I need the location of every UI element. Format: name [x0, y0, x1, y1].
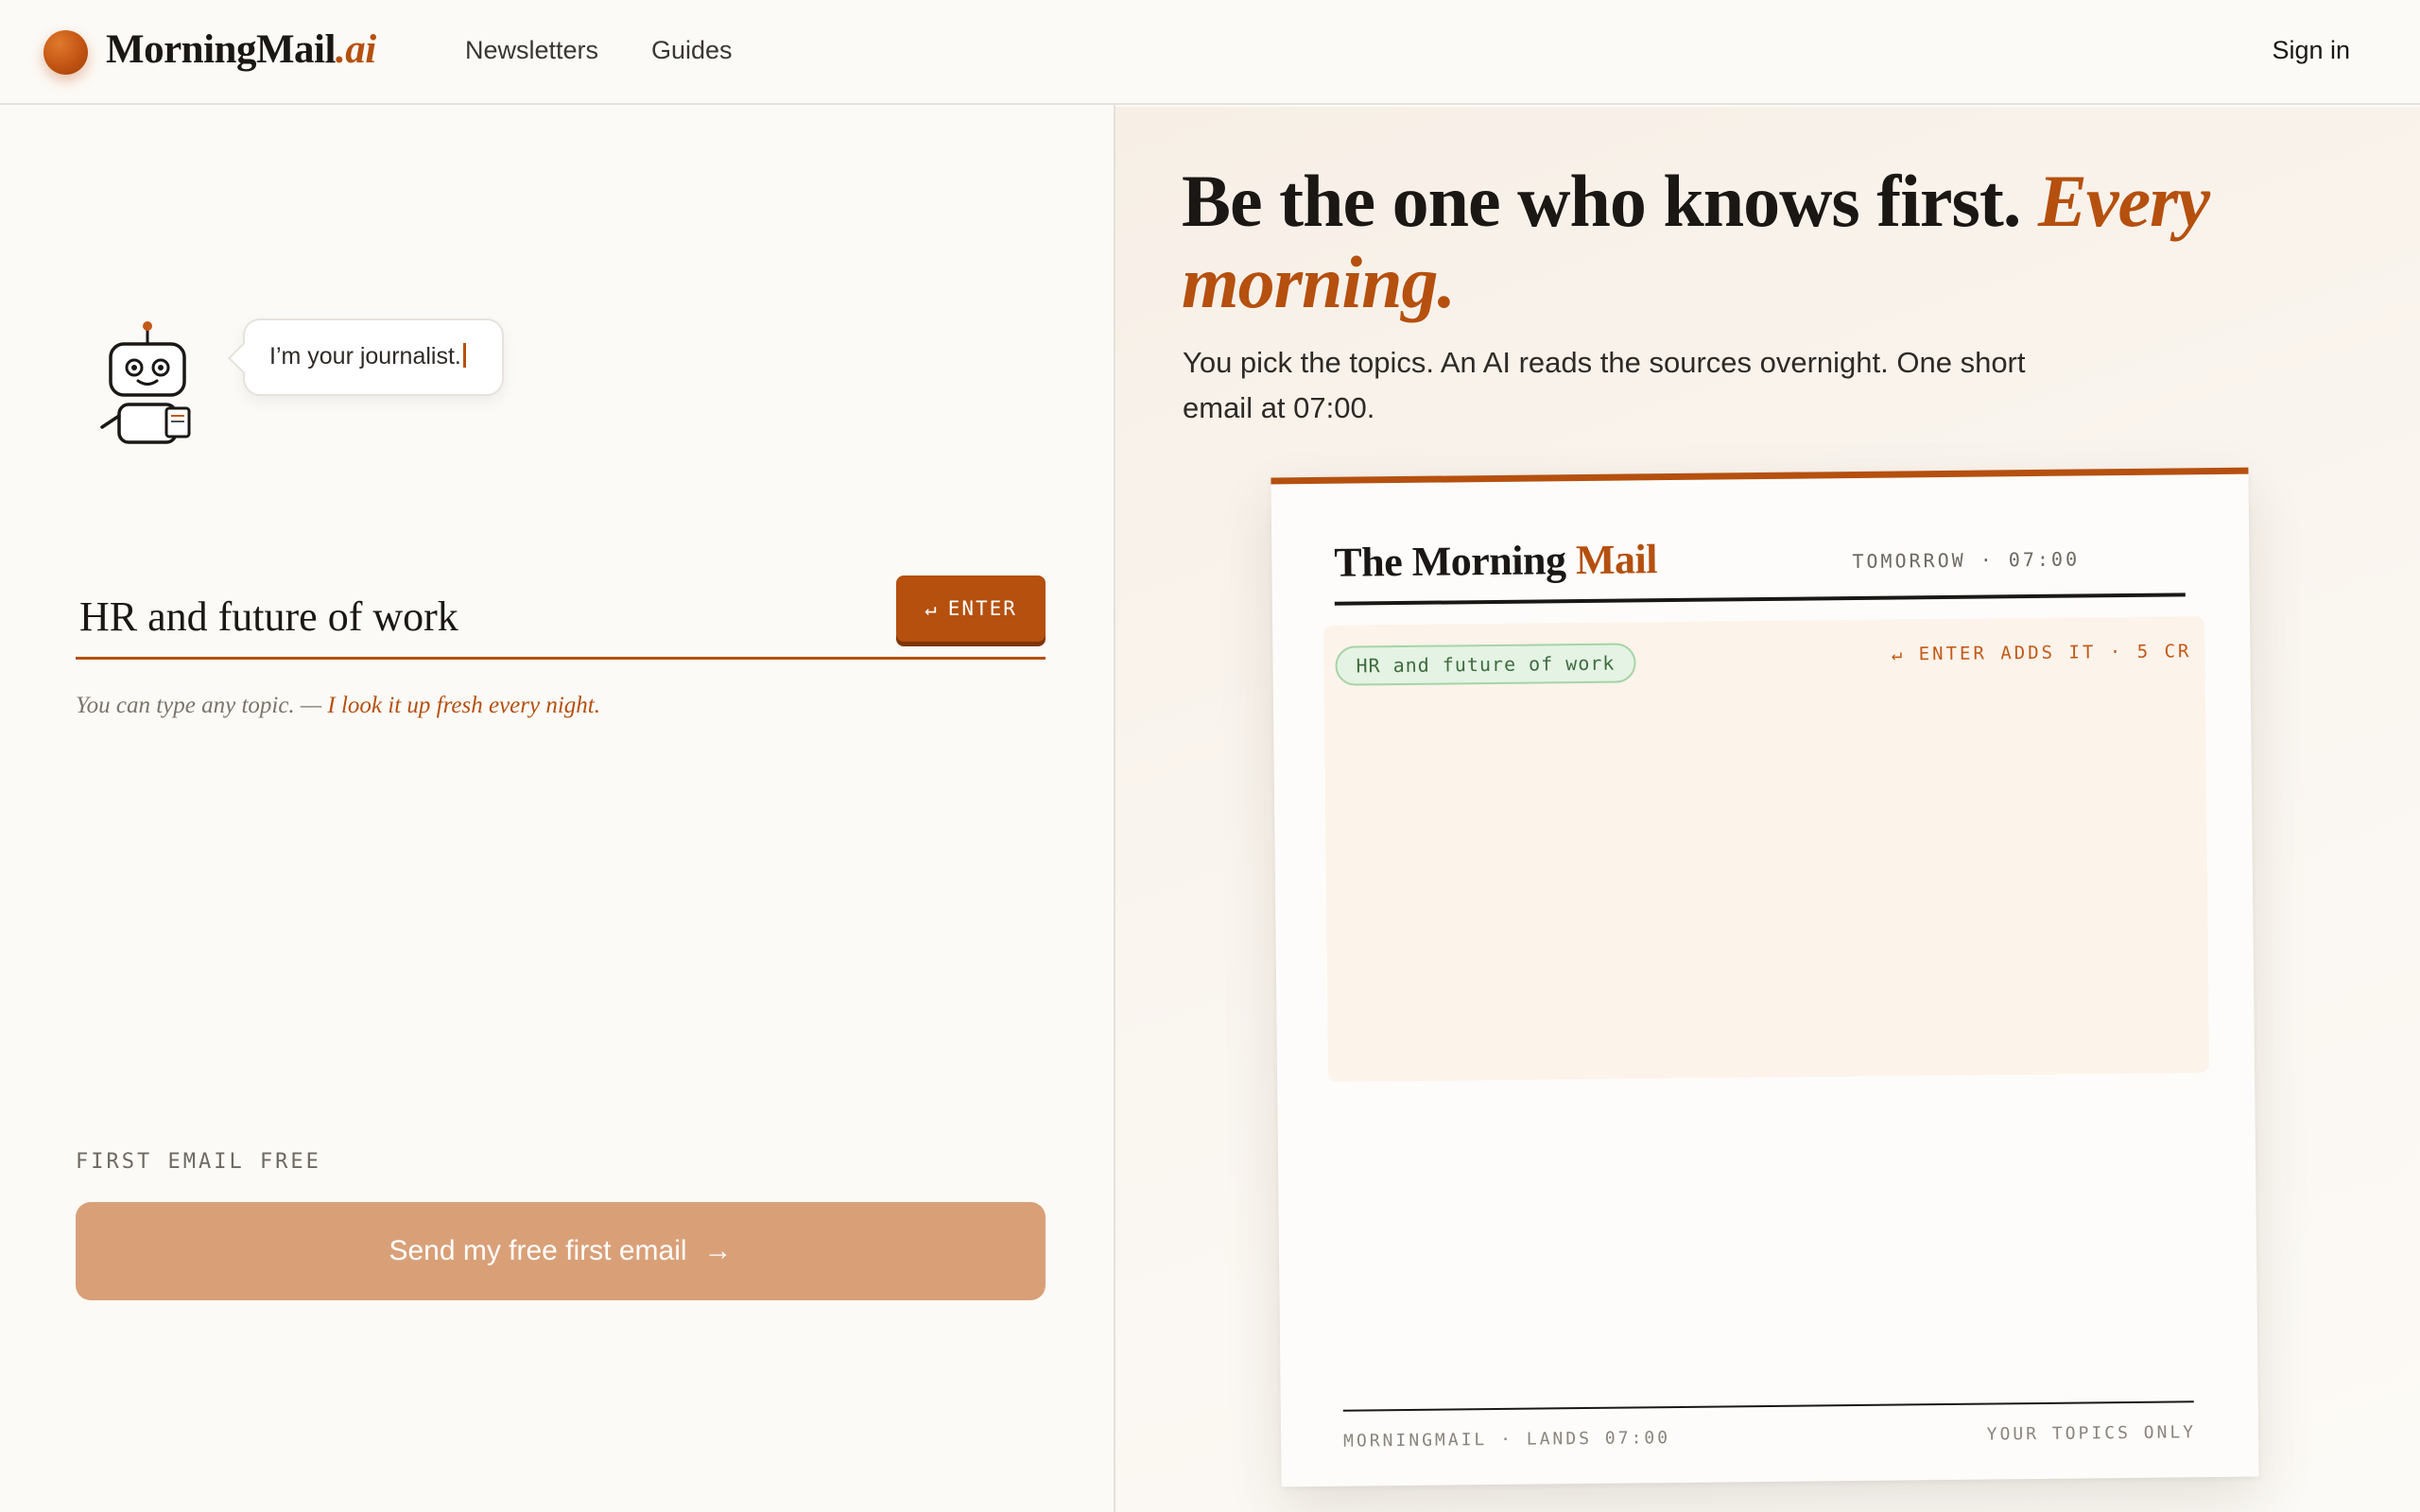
hero-title-main: Be the one who knows first. [1182, 160, 2038, 242]
email-title: The Morning Mail [1334, 535, 1657, 587]
email-title-accent: Mail [1575, 536, 1658, 584]
panel-divider [1114, 105, 1115, 1512]
topic-chip[interactable]: HR and future of work [1335, 643, 1636, 686]
bubble-text: I’m your journalist. [269, 343, 461, 369]
email-header-rule [1334, 593, 2186, 606]
brand-logo[interactable]: MorningMail.ai [106, 26, 376, 73]
hero-subtitle: You pick the topics. An AI reads the sou… [1183, 346, 2026, 424]
logo-mark-icon[interactable] [43, 30, 88, 75]
return-arrow-icon: ↵ [925, 597, 939, 620]
email-footer-right: YOUR TOPICS ONLY [1986, 1422, 2197, 1445]
nav-newsletters[interactable]: Newsletters [465, 36, 598, 65]
text-caret [462, 343, 466, 368]
speech-bubble: I’m your journalist. [243, 318, 504, 396]
enter-button[interactable]: ↵ ENTER [896, 576, 1046, 642]
brand-name: MorningMail [106, 27, 336, 72]
hero-title: Be the one who knows first. Every mornin… [1182, 161, 2316, 323]
top-header: MorningMail.ai Newsletters Guides Sign i… [0, 0, 2420, 105]
robot-mascot-icon [100, 321, 191, 444]
nav-guides[interactable]: Guides [651, 36, 733, 65]
email-title-main: The Morning [1334, 537, 1577, 586]
sign-in-link[interactable]: Sign in [2272, 36, 2350, 65]
arrow-right-icon: → [703, 1235, 733, 1266]
send-free-email-button[interactable]: Send my free first email → [76, 1202, 1046, 1300]
email-preview-card: The Morning Mail TOMORROW · 07:00 HR and… [1270, 467, 2259, 1487]
enter-adds-hint: ↵ ENTER ADDS IT · 5 CR [1891, 641, 2192, 665]
brand-suffix: .ai [335, 27, 376, 72]
hint-accent: I look it up fresh every night. [327, 693, 600, 718]
hint-prefix: You can type any topic. — [76, 693, 328, 718]
send-button-label: Send my free first email [389, 1235, 687, 1266]
email-delivery-time: TOMORROW · 07:00 [1852, 547, 2081, 574]
email-topics-area: HR and future of work ↵ ENTER ADDS IT · … [1323, 616, 2210, 1082]
email-footer-left: MORNINGMAIL · LANDS 07:00 [1343, 1428, 1671, 1452]
topic-hint: You can type any topic. — I look it up f… [76, 693, 600, 719]
first-email-free-label: FIRST EMAIL FREE [76, 1150, 321, 1174]
email-footer-rule [1342, 1400, 2194, 1412]
enter-button-label: ENTER [947, 597, 1017, 620]
